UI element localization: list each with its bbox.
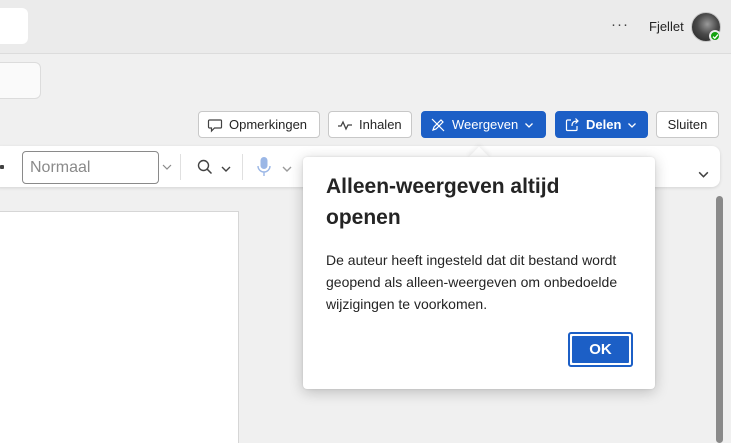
chevron-down-icon bbox=[524, 120, 534, 130]
document-page[interactable] bbox=[0, 211, 239, 443]
ribbon-separator bbox=[242, 154, 243, 180]
share-icon bbox=[564, 117, 580, 133]
ok-button[interactable]: OK bbox=[568, 332, 633, 367]
ribbon-separator bbox=[180, 154, 181, 180]
close-button[interactable]: Sluiten bbox=[656, 111, 719, 138]
available-check-icon bbox=[709, 30, 721, 42]
chevron-down-icon[interactable] bbox=[220, 162, 232, 180]
chevron-down-icon bbox=[627, 120, 637, 130]
microphone-icon[interactable] bbox=[256, 156, 272, 183]
comments-label: Opmerkingen bbox=[229, 117, 308, 132]
ok-label: OK bbox=[572, 336, 629, 363]
overflow-dot-icon bbox=[0, 165, 4, 169]
chevron-down-icon[interactable] bbox=[281, 162, 293, 180]
title-bar-search-box[interactable] bbox=[0, 8, 28, 44]
view-mode-button[interactable]: Weergeven bbox=[421, 111, 546, 138]
comments-button[interactable]: Opmerkingen bbox=[198, 111, 320, 138]
share-label: Delen bbox=[586, 117, 622, 132]
edit-off-icon bbox=[430, 117, 446, 133]
view-mode-label: Weergeven bbox=[452, 117, 519, 132]
comment-icon bbox=[207, 117, 223, 133]
chevron-down-icon[interactable] bbox=[161, 160, 173, 178]
toolbar-tab-box[interactable] bbox=[0, 62, 41, 99]
chevron-down-icon[interactable] bbox=[697, 168, 710, 186]
catch-up-button[interactable]: Inhalen bbox=[328, 111, 412, 138]
search-icon[interactable] bbox=[196, 158, 214, 181]
style-select[interactable]: Normaal bbox=[22, 151, 159, 184]
callout-body: De auteur heeft ingesteld dat dit bestan… bbox=[326, 252, 618, 312]
vertical-scrollbar[interactable] bbox=[716, 196, 723, 443]
share-button[interactable]: Delen bbox=[555, 111, 648, 138]
pulse-icon bbox=[337, 117, 353, 133]
more-options-button[interactable]: ··· bbox=[609, 14, 631, 38]
catch-up-label: Inhalen bbox=[359, 117, 402, 132]
user-name[interactable]: Fjellet bbox=[649, 19, 684, 34]
callout-title: Alleen-weergeven altijd openen bbox=[326, 175, 560, 229]
